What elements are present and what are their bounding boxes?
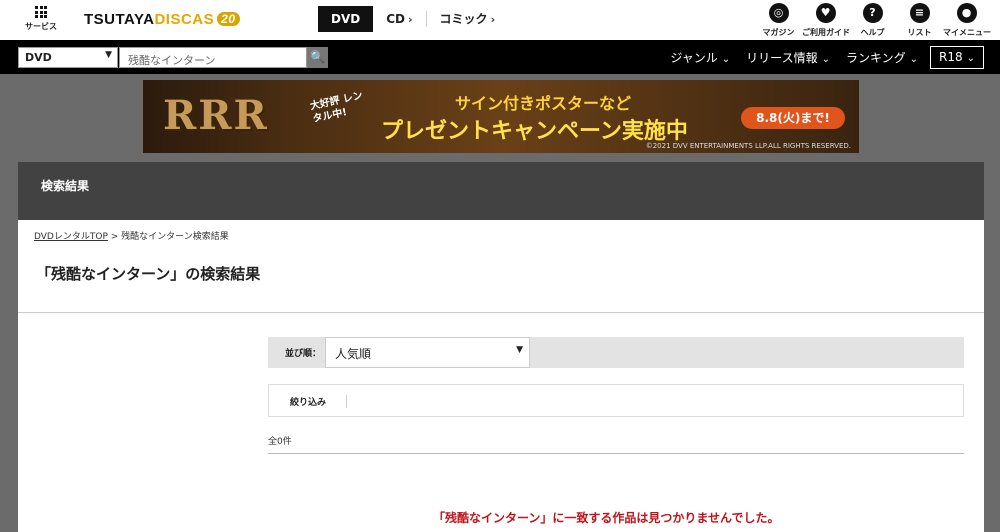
divider [18, 312, 984, 313]
logo-sub: DISCAS [154, 10, 215, 28]
breadcrumb-home-link[interactable]: DVDレンタルTOP [34, 232, 108, 242]
tab-dvd[interactable]: DVD [318, 6, 374, 32]
section-title: 検索結果 [41, 179, 90, 193]
help-link[interactable]: ? ヘルプ [849, 3, 896, 38]
banner-headline-2: プレゼントキャンペーン実施中 [381, 119, 688, 144]
header-icons: ◎ マガジン ♥ ご利用ガイド ? ヘルプ ≡ リスト ● マイメニュー [755, 3, 991, 38]
site-logo[interactable]: TSUTAYA DISCAS 20 [84, 9, 240, 29]
list-label: リスト [907, 28, 932, 37]
chevron-down-icon: ▼ [516, 345, 523, 355]
divider [268, 453, 964, 454]
search-input[interactable]: 残酷なインターン [119, 47, 307, 68]
help-icon: ? [862, 3, 883, 23]
nav-genre[interactable]: ジャンル ⌄ [670, 49, 730, 66]
r18-select[interactable]: R18 ⌄ [930, 46, 984, 69]
tab-comic-label: コミック [439, 12, 488, 26]
services-menu[interactable]: サービス [22, 4, 60, 32]
banner-headline-1: サイン付きポスターなど [455, 94, 632, 113]
search-button[interactable]: 🔍 [307, 47, 328, 68]
guide-label: ご利用ガイド [802, 28, 850, 37]
r18-label: R18 [939, 50, 963, 64]
category-select[interactable]: DVD ▼ [18, 47, 118, 68]
campaign-banner[interactable]: RRR 大好評 レンタル中! サイン付きポスターなど プレゼントキャンペーン実施… [143, 80, 859, 153]
guide-link[interactable]: ♥ ご利用ガイド [802, 3, 850, 38]
filter-label: 絞り込み [290, 395, 348, 408]
services-label: サービス [25, 22, 57, 31]
global-nav: ジャンル ⌄ リリース情報 ⌄ ランキング ⌄ R18 ⌄ [654, 46, 984, 69]
chevron-down-icon: ⌄ [821, 54, 830, 65]
grid-icon [35, 6, 47, 18]
sort-select-value: 人気順 [335, 347, 372, 361]
tab-dvd-label: DVD [331, 12, 361, 26]
chevron-down-icon: ⌄ [966, 53, 975, 64]
tab-comic[interactable]: コミック › [425, 11, 509, 27]
media-tabs: DVD CD › コミック › [318, 6, 508, 32]
logo-main: TSUTAYA [84, 10, 155, 28]
list-icon: ≡ [909, 3, 930, 23]
chevron-right-icon: › [490, 13, 496, 26]
magazine-label: マガジン [762, 28, 795, 37]
filter-bar[interactable]: 絞り込み [268, 384, 964, 417]
result-count: 全0件 [268, 437, 292, 447]
guide-icon: ♥ [815, 3, 836, 23]
top-header: サービス TSUTAYA DISCAS 20 DVD CD › コミック › ◎ マ… [0, 0, 1000, 40]
chevron-down-icon: ⌄ [909, 54, 918, 65]
banner-date-badge: 8.8(火)まで! [741, 107, 845, 129]
section-header: 検索結果 [18, 162, 984, 220]
magazine-icon: ◎ [768, 3, 789, 23]
sort-bar: 並び順： 人気順 ▼ [268, 337, 964, 368]
chevron-right-icon: › [408, 13, 413, 26]
sort-label: 並び順： [285, 349, 322, 359]
search-results-card: 検索結果 DVDレンタルTOP > 残酷なインターン検索結果 「残酷なインターン… [18, 162, 984, 532]
nav-ranking-label: ランキング [845, 51, 906, 65]
chevron-down-icon: ⌄ [721, 54, 731, 65]
chevron-down-icon: ▼ [105, 50, 112, 60]
banner-logo: RRR [163, 92, 269, 139]
tab-cd-label: CD [386, 12, 405, 26]
nav-genre-label: ジャンル [670, 51, 718, 65]
search-bar: DVD ▼ 残酷なインターン 🔍 ジャンル ⌄ リリース情報 ⌄ ランキング ⌄ R1… [0, 40, 1000, 74]
sort-select[interactable]: 人気順 ▼ [325, 337, 530, 368]
nav-release[interactable]: リリース情報 ⌄ [746, 49, 830, 66]
search-icon: 🔍 [310, 50, 325, 64]
user-icon: ● [956, 3, 977, 23]
category-select-value: DVD [25, 51, 52, 64]
breadcrumb: DVDレンタルTOP > 残酷なインターン検索結果 [34, 229, 229, 242]
breadcrumb-separator: > [107, 232, 122, 242]
banner-copyright: ©2021 DVV ENTERTAINMENTS LLP.ALL RIGHTS … [645, 142, 851, 150]
mymenu-label: マイメニュー [943, 28, 991, 37]
banner-tag: 大好評 レンタル中! [309, 90, 364, 125]
page-title: 「残酷なインターン」の検索結果 [36, 265, 261, 283]
mymenu-link[interactable]: ● マイメニュー [943, 3, 991, 38]
logo-badge: 20 [217, 12, 240, 26]
nav-ranking[interactable]: ランキング ⌄ [846, 49, 918, 66]
magazine-link[interactable]: ◎ マガジン [755, 3, 802, 38]
breadcrumb-current: 残酷なインターン検索結果 [121, 232, 229, 242]
tab-cd[interactable]: CD › [373, 6, 425, 32]
no-results-message: 「残酷なインターン」に一致する作品は見つかりませんでした。 [433, 511, 780, 525]
help-label: ヘルプ [860, 28, 885, 37]
nav-release-label: リリース情報 [746, 51, 818, 65]
list-link[interactable]: ≡ リスト [896, 3, 943, 38]
